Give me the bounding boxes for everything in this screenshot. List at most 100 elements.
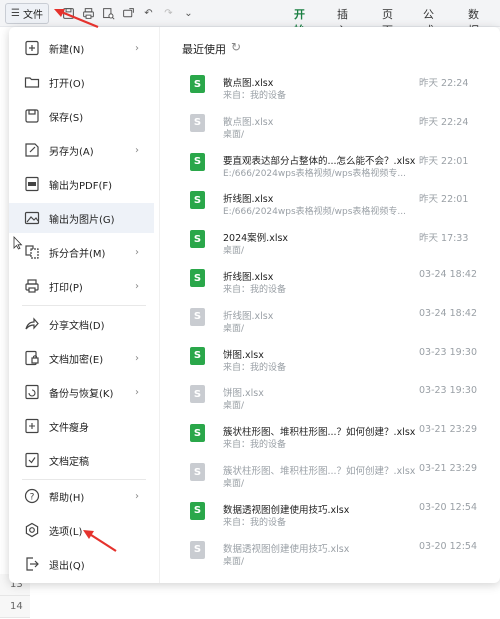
recent-file-row[interactable]: S 数据透视图创建使用技巧.xlsx 来自：我的设备 03-20 12:54: [169, 494, 500, 532]
recent-file-row[interactable]: S 饼图.xlsx 来自：我的设备 03-23 19:30: [169, 339, 500, 377]
recent-file-path: 来自：我的设备: [223, 91, 287, 101]
spreadsheet-file-icon: S: [190, 385, 205, 404]
file-menu-button[interactable]: ☰ 文件: [5, 2, 49, 24]
finalize-icon: [23, 452, 40, 469]
pdf-export-icon: [23, 176, 40, 193]
recent-file-row[interactable]: S 饼图.xlsx 桌面/03-23 19:30: [169, 377, 500, 415]
recent-file-name: 要直观表达部分占整体的...怎么能不会？.xlsx: [223, 155, 416, 167]
spreadsheet-file-icon: S: [190, 75, 205, 93]
file-menu-list: 新建(N) › 打开(O) 保存(S) 另存为(A) › 输出为PDF(F) 输…: [9, 27, 154, 583]
help-icon: ?: [23, 488, 40, 505]
recent-file-time: 03-23 19:30: [419, 346, 478, 358]
menu-item-open[interactable]: 打开(O): [9, 67, 154, 97]
recent-file-path: 桌面/: [223, 129, 245, 140]
menu-item-label: 打印(P): [49, 282, 83, 294]
image-export-icon: [23, 210, 40, 227]
menu-item-save-as[interactable]: 另存为(A) ›: [9, 135, 154, 165]
recent-file-name: 折线图.xlsx: [223, 272, 274, 283]
recent-file-row[interactable]: S 散点图.xlsx 桌面/昨天 22:24: [169, 106, 500, 144]
refresh-icon[interactable]: ↻: [231, 40, 241, 54]
redo-icon[interactable]: ↷: [162, 7, 175, 20]
recent-file-path: 桌面/: [223, 323, 245, 334]
recent-file-time: 03-24 18:42: [419, 269, 478, 280]
recent-file-row[interactable]: S 折线图.xlsx 来自：我的设备 03-24 18:42: [169, 261, 500, 299]
recent-file-name: 数据透视图创建使用技巧.xlsx: [223, 504, 350, 516]
recent-file-path: E:/666/2024wps表格视频/wps表格视频专...: [223, 207, 407, 218]
menu-item-label: 输出为图片(G): [49, 214, 115, 226]
menu-item-label: 分享文档(D): [49, 320, 105, 332]
menu-item-label: 备份与恢复(K): [49, 388, 114, 400]
panel-divider: [159, 27, 160, 583]
chevron-down-icon[interactable]: ⌄: [182, 7, 195, 20]
menu-item-finalize[interactable]: 文档定稿: [9, 445, 154, 475]
menu-item-share[interactable]: 分享文档(D): [9, 309, 154, 339]
recent-file-row[interactable]: S 要直观表达部分占整体的...怎么能不会？.xlsx E:/666/2024wps…: [169, 145, 500, 183]
recent-title: 最近使用: [182, 43, 226, 56]
recent-file-row[interactable]: S 簇状柱形图、堆积柱形图...？如何创建？.xlsx 来自：我的设备 03-21 2…: [169, 416, 500, 454]
print-preview-icon[interactable]: [102, 7, 115, 20]
undo-icon[interactable]: ↶: [142, 7, 155, 20]
exit-icon: [23, 556, 40, 573]
menu-item-split-merge[interactable]: 拆分合并(M) ›: [9, 237, 154, 267]
recent-file-name: 簇状柱形图、堆积柱形图...？如何创建？.xlsx: [223, 427, 416, 439]
file-menu-label: 文件: [22, 9, 43, 21]
mouse-cursor-icon: [13, 236, 23, 250]
recent-file-name: 饼图.xlsx: [223, 388, 264, 400]
menu-item-label: 选项(L): [49, 526, 83, 538]
recent-file-row[interactable]: S 折线图.xlsx 桌面/03-24 18:42: [169, 300, 500, 338]
recent-file-row[interactable]: S 散点图.xlsx 来自：我的设备 昨天 22:24: [169, 67, 500, 105]
chevron-right-icon: ›: [135, 144, 139, 156]
menu-item-encrypt[interactable]: 文档加密(E) ›: [9, 343, 154, 373]
menu-item-label: 文件瘦身: [49, 422, 89, 434]
recent-file-path: E:/666/2024wps表格视频/wps表格视频专...: [223, 168, 407, 179]
menu-item-label: 新建(N): [49, 44, 85, 56]
recent-file-path: 桌面/: [223, 401, 245, 412]
svg-text:?: ?: [29, 493, 34, 503]
recent-file-row[interactable]: S 数据透视图创建使用技巧.xlsx 桌面/03-20 12:54: [169, 533, 500, 571]
menu-item-print[interactable]: 打印(P) ›: [9, 271, 154, 301]
recent-file-time: 昨天 22:01: [419, 155, 469, 167]
recent-file-time: 昨天 22:24: [419, 116, 469, 128]
menu-divider: [22, 305, 146, 306]
recent-file-path: 来自：我的设备: [223, 285, 287, 295]
slim-icon: [23, 418, 40, 435]
menu-item-save[interactable]: 保存(S): [9, 101, 154, 131]
menu-item-label: 打开(O): [49, 78, 85, 90]
recent-file-time: 昨天 22:24: [419, 78, 469, 89]
recent-file-time: 03-24 18:42: [419, 307, 478, 319]
recent-files-pane: 最近使用 ↻ S 散点图.xlsx 来自：我的设备 昨天 22:24 S 散点图.xlsx…: [169, 27, 500, 583]
menu-item-label: 文档定稿: [49, 456, 89, 468]
recent-file-time: 03-20 12:54: [419, 540, 478, 552]
recent-file-name: 2024案例.xlsx: [223, 233, 289, 245]
hamburger-icon: ☰: [11, 7, 20, 19]
spreadsheet-file-icon: S: [190, 152, 205, 171]
chevron-right-icon: ›: [135, 386, 139, 398]
recent-file-row[interactable]: S 折线图.xlsx E:/666/2024wps表格视频/wps表格视频专... 昨…: [169, 183, 500, 221]
menu-divider: [22, 479, 146, 480]
recent-file-name: 簇状柱形图、堆积柱形图...？如何创建？.xlsx: [223, 466, 416, 477]
recent-file-row[interactable]: S 簇状柱形图、堆积柱形图...？如何创建？.xlsx 桌面/03-21 23:29: [169, 455, 500, 493]
recent-file-row[interactable]: S 2024案例.xlsx 桌面/昨天 17:33: [169, 222, 500, 260]
menu-item-slim[interactable]: 文件瘦身: [9, 411, 154, 441]
menu-item-new[interactable]: 新建(N) ›: [9, 33, 154, 63]
annotation-arrow-file: [54, 9, 99, 29]
print-icon: [23, 278, 40, 295]
split-merge-icon: [23, 244, 40, 261]
recent-file-name: 折线图.xlsx: [223, 194, 274, 206]
menu-item-backup[interactable]: 备份与恢复(K) ›: [9, 377, 154, 407]
menu-item-export-pdf[interactable]: 输出为PDF(F): [9, 169, 154, 199]
new-doc-icon: [23, 40, 40, 57]
export-icon[interactable]: [122, 7, 135, 20]
recent-file-time: 03-20 12:54: [419, 501, 478, 513]
recent-file-name: 散点图.xlsx: [223, 116, 274, 128]
menu-item-label: 输出为PDF(F): [49, 180, 113, 192]
backup-icon: [23, 384, 40, 401]
chevron-right-icon: ›: [135, 246, 139, 258]
recent-file-path: 桌面/: [223, 246, 245, 257]
menu-item-label: 另存为(A): [49, 146, 94, 158]
spreadsheet-file-icon: S: [190, 424, 205, 443]
menu-item-help[interactable]: ? 帮助(H) ›: [9, 481, 154, 511]
row-number[interactable]: 14: [0, 596, 30, 618]
menu-item-label: 保存(S): [49, 112, 84, 124]
menu-item-export-image[interactable]: 输出为图片(G): [9, 203, 154, 233]
